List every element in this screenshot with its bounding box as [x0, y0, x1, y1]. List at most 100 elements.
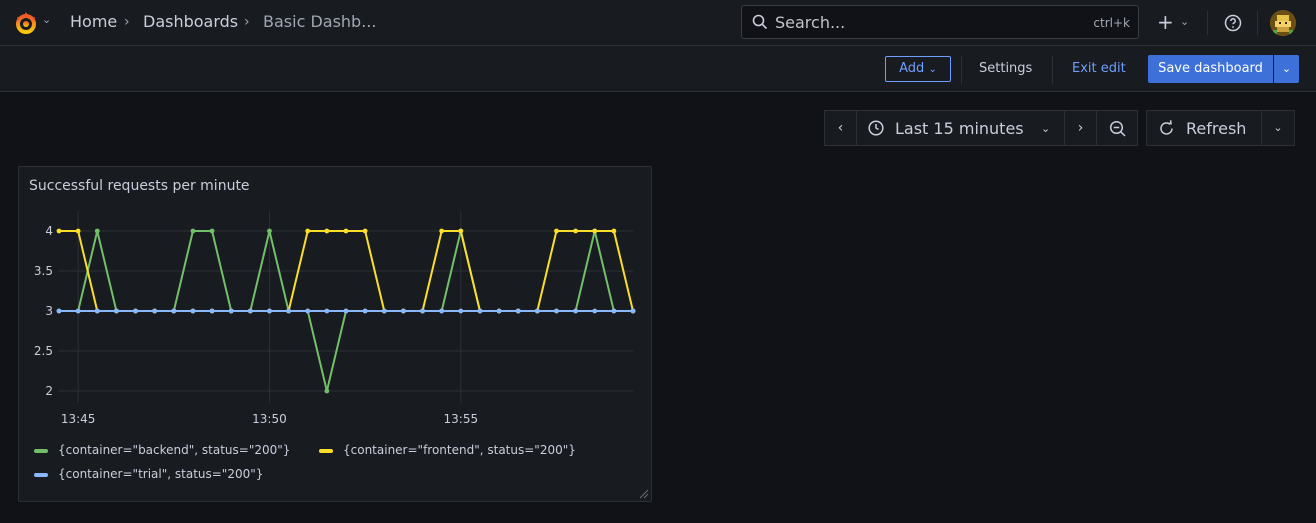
chevron-down-icon: ⌄ — [1041, 122, 1051, 135]
x-tick-label: 13:45 — [61, 412, 96, 426]
data-point-2 — [228, 308, 234, 314]
new-button[interactable]: + — [1157, 10, 1174, 34]
data-point-2 — [209, 308, 215, 314]
search-shortcut: ctrl+k — [1093, 16, 1130, 30]
data-point-1 — [458, 228, 464, 234]
legend-item[interactable]: {container="trial", status="200"} — [34, 467, 263, 482]
save-options-caret-icon[interactable]: ⌄ — [1274, 55, 1299, 83]
data-point-0 — [267, 228, 272, 234]
avatar[interactable] — [1270, 10, 1296, 36]
breadcrumb-separator: › — [244, 14, 250, 30]
menu-caret-icon[interactable]: ⌄ — [42, 13, 51, 26]
legend-item[interactable]: {container="backend", status="200"} — [34, 443, 290, 458]
search-input[interactable]: Search... ctrl+k — [741, 5, 1139, 39]
time-range-picker[interactable]: Last 15 minutes ⌄ — [856, 110, 1065, 146]
data-point-2 — [267, 308, 272, 314]
refresh-button[interactable]: Refresh — [1146, 110, 1262, 146]
data-point-2 — [630, 308, 636, 314]
breadcrumb-dashboards[interactable]: Dashboards — [143, 12, 238, 31]
chevron-down-icon[interactable]: ⌄ — [1180, 15, 1189, 28]
data-point-1 — [573, 228, 578, 234]
data-point-1 — [439, 228, 445, 234]
legend-swatch — [34, 472, 48, 477]
y-tick-label: 3 — [45, 304, 53, 318]
data-point-2 — [554, 308, 559, 314]
data-point-2 — [362, 308, 368, 314]
data-point-1 — [592, 228, 598, 234]
divider — [1207, 11, 1208, 35]
y-tick-label: 2.5 — [34, 344, 53, 358]
data-point-0 — [209, 228, 215, 234]
data-point-2 — [477, 308, 483, 314]
data-point-2 — [75, 308, 81, 314]
zoom-out-button[interactable] — [1096, 110, 1138, 146]
data-point-2 — [305, 308, 311, 314]
data-point-2 — [343, 308, 349, 314]
data-point-2 — [94, 308, 100, 314]
x-tick-label: 13:50 — [252, 412, 287, 426]
data-point-2 — [420, 308, 425, 314]
data-point-2 — [381, 308, 387, 314]
exit-edit-button[interactable]: Exit edit — [1072, 61, 1126, 76]
data-point-2 — [573, 308, 578, 314]
legend-swatch — [34, 448, 48, 453]
y-tick-label: 3.5 — [34, 264, 53, 278]
data-point-2 — [114, 308, 119, 314]
data-point-2 — [133, 308, 138, 314]
refresh-interval-caret-icon[interactable]: ⌄ — [1261, 110, 1295, 146]
line-chart: 4 3.5 3 2.5 2 13:45 13:50 13:55 — [34, 211, 636, 426]
data-point-1 — [305, 228, 311, 234]
refresh-icon — [1160, 120, 1173, 135]
chevron-down-icon: ⌄ — [928, 64, 937, 75]
data-point-2 — [286, 308, 291, 314]
top-navbar: ⌄ Home › Dashboards › Basic Dashb... Sea… — [0, 0, 1316, 46]
data-point-2 — [152, 308, 158, 314]
data-point-1 — [56, 228, 62, 234]
data-point-2 — [247, 308, 253, 314]
data-point-0 — [94, 228, 100, 234]
save-dashboard-button[interactable]: Save dashboard — [1148, 55, 1273, 83]
time-shift-forward-button[interactable]: › — [1064, 110, 1097, 146]
search-placeholder: Search... — [775, 13, 846, 32]
data-point-1 — [343, 228, 349, 234]
data-point-2 — [190, 308, 196, 314]
avatar-image-icon — [1270, 10, 1296, 36]
data-point-2 — [171, 308, 177, 314]
legend-swatch — [319, 448, 333, 453]
data-point-2 — [401, 308, 406, 314]
data-point-0 — [324, 388, 330, 394]
breadcrumb-current: Basic Dashb... — [263, 12, 377, 31]
settings-button[interactable]: Settings — [979, 61, 1032, 76]
data-point-2 — [458, 308, 464, 314]
data-point-1 — [611, 228, 617, 234]
resize-handle-icon[interactable] — [639, 489, 649, 499]
help-icon[interactable] — [1224, 14, 1242, 32]
data-point-2 — [496, 308, 502, 314]
breadcrumb-home[interactable]: Home — [70, 12, 117, 31]
breadcrumb-separator: › — [124, 14, 130, 30]
time-range-label: Last 15 minutes — [895, 119, 1024, 138]
timeseries-panel[interactable]: Successful requests per minute 4 3.5 3 2.5 2… — [18, 166, 652, 502]
data-point-1 — [554, 228, 559, 234]
zoom-out-icon — [1109, 120, 1126, 137]
refresh-label: Refresh — [1186, 119, 1247, 138]
add-button[interactable]: Add ⌄ — [885, 56, 951, 82]
x-tick-label: 13:55 — [444, 412, 479, 426]
y-tick-label: 2 — [45, 384, 53, 398]
divider — [1052, 56, 1053, 84]
data-point-1 — [362, 228, 368, 234]
time-shift-back-button[interactable]: ‹ — [824, 110, 857, 146]
legend-label: {container="trial", status="200"} — [58, 467, 264, 481]
search-icon — [752, 14, 768, 30]
legend-label: {container="backend", status="200"} — [58, 443, 291, 457]
grafana-logo-icon[interactable] — [12, 9, 40, 37]
legend-item[interactable]: {container="frontend", status="200"} — [319, 443, 576, 458]
data-point-2 — [56, 308, 62, 314]
data-point-2 — [439, 308, 445, 314]
y-tick-label: 4 — [45, 224, 53, 238]
data-point-1 — [324, 228, 330, 234]
divider — [961, 56, 962, 84]
data-point-0 — [190, 228, 196, 234]
divider — [1257, 11, 1258, 35]
data-point-2 — [324, 308, 330, 314]
